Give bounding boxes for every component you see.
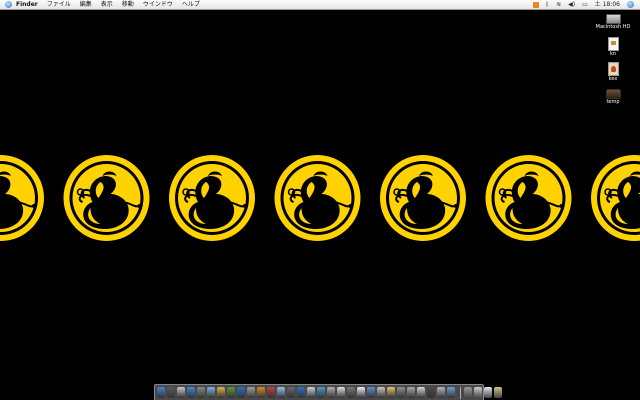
battery-icon[interactable]: ▭ bbox=[582, 0, 588, 9]
dock-app-icon[interactable] bbox=[207, 387, 215, 398]
spotlight-icon[interactable] bbox=[627, 1, 634, 8]
dock-app-icon[interactable] bbox=[407, 387, 415, 398]
desktop-icon-label: kn bbox=[609, 51, 617, 57]
wallpaper-crest bbox=[485, 155, 572, 241]
dock-app-icon[interactable] bbox=[177, 387, 185, 398]
dock-app-icon[interactable] bbox=[327, 387, 335, 398]
dock-document-icon[interactable] bbox=[474, 387, 482, 398]
desktop-icon-label: Macintosh HD bbox=[595, 24, 631, 30]
menu-extras: ᛒ ≋ ◀) ▭ 土 18:06 bbox=[532, 0, 634, 9]
document-icon bbox=[607, 37, 619, 51]
dock-app-icon[interactable] bbox=[377, 387, 385, 398]
dock-app-icon[interactable] bbox=[317, 387, 325, 398]
menu-window[interactable]: ウインドウ bbox=[143, 0, 173, 9]
dock-app-icon[interactable] bbox=[287, 387, 295, 398]
desktop-wallpaper bbox=[0, 0, 640, 400]
bluetooth-icon[interactable]: ᛒ bbox=[546, 0, 550, 9]
hard-disk-icon bbox=[605, 14, 621, 24]
apple-menu-icon[interactable] bbox=[5, 1, 12, 8]
dock-app-icon[interactable] bbox=[367, 387, 375, 398]
wallpaper-crest bbox=[380, 155, 466, 241]
dock bbox=[154, 384, 502, 400]
dock-app-icon[interactable] bbox=[437, 387, 445, 398]
dock-app-icon[interactable] bbox=[227, 387, 235, 398]
menu-bar: Finder ファイル 編集 表示 移動 ウインドウ ヘルプ ᛒ ≋ ◀) ▭ … bbox=[0, 0, 640, 10]
menu-clock[interactable]: 土 18:06 bbox=[595, 0, 620, 9]
volume-icon[interactable]: ◀) bbox=[568, 0, 575, 9]
dock-app-icon[interactable] bbox=[277, 387, 285, 398]
image-file-icon bbox=[607, 62, 619, 76]
dock-document-icon[interactable] bbox=[464, 387, 472, 398]
dock-app-icon[interactable] bbox=[297, 387, 305, 398]
dock-app-icon[interactable] bbox=[157, 387, 165, 398]
dock-separator bbox=[460, 386, 461, 399]
desktop-icon-kex[interactable]: kex bbox=[593, 62, 633, 83]
desktop-icon-macintosh-hd[interactable]: Macintosh HD bbox=[593, 14, 633, 31]
wallpaper-crest bbox=[169, 155, 255, 241]
dock-app-icon[interactable] bbox=[237, 387, 245, 398]
input-menu-icon[interactable] bbox=[532, 1, 539, 8]
trash-icon[interactable] bbox=[494, 387, 502, 398]
folder-box-icon bbox=[605, 89, 621, 99]
wallpaper-crest bbox=[274, 155, 361, 241]
menu-file[interactable]: ファイル bbox=[47, 0, 71, 9]
dock-app-icon[interactable] bbox=[267, 387, 275, 398]
dock-app-icon[interactable] bbox=[247, 387, 255, 398]
menu-view[interactable]: 表示 bbox=[101, 0, 113, 9]
desktop-icon-temp[interactable]: temp bbox=[593, 89, 633, 106]
dock-document-icon[interactable] bbox=[484, 387, 492, 398]
desktop-icon-kn[interactable]: kn bbox=[593, 37, 633, 58]
dock-app-icon[interactable] bbox=[197, 387, 205, 398]
dock-app-icon[interactable] bbox=[387, 387, 395, 398]
dock-app-icon[interactable] bbox=[187, 387, 195, 398]
menu-help[interactable]: ヘルプ bbox=[182, 0, 200, 9]
dock-app-icon[interactable] bbox=[447, 387, 455, 398]
dock-app-icon[interactable] bbox=[347, 387, 355, 398]
menu-go[interactable]: 移動 bbox=[122, 0, 134, 9]
dock-app-icon[interactable] bbox=[337, 387, 345, 398]
desktop-icon-label: temp bbox=[606, 99, 620, 105]
dock-app-icon[interactable] bbox=[217, 387, 225, 398]
menu-finder[interactable]: Finder bbox=[16, 0, 38, 9]
wifi-icon[interactable]: ≋ bbox=[556, 0, 561, 9]
menu-edit[interactable]: 編集 bbox=[80, 0, 92, 9]
dock-app-icon[interactable] bbox=[427, 387, 435, 398]
dock-app-icon[interactable] bbox=[167, 387, 175, 398]
dock-app-icon[interactable] bbox=[257, 387, 265, 398]
dock-app-icon[interactable] bbox=[307, 387, 315, 398]
dock-app-icon[interactable] bbox=[417, 387, 425, 398]
wallpaper-crest bbox=[63, 155, 150, 241]
dock-app-icon[interactable] bbox=[357, 387, 365, 398]
dock-app-icon[interactable] bbox=[397, 387, 405, 398]
desktop-icon-label: kex bbox=[608, 76, 618, 82]
